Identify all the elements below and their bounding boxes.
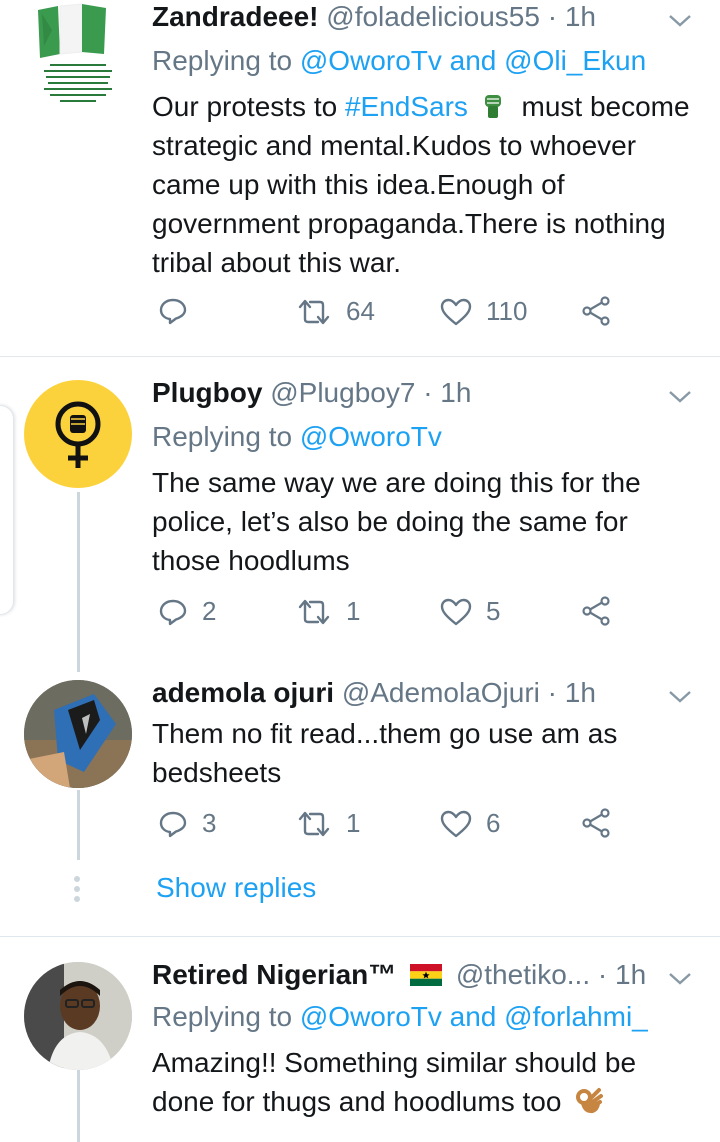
timestamp[interactable]: · 1h [548, 1, 596, 32]
fist-emoji-icon [482, 90, 504, 118]
like-count: 5 [486, 596, 501, 626]
tweet-text-part: Our protests to [152, 91, 338, 122]
retweet-icon [296, 297, 332, 327]
reply-count: 2 [202, 596, 217, 626]
show-replies-link[interactable]: Show replies [156, 872, 316, 904]
handle[interactable]: @foladelicious55 [326, 1, 540, 32]
handle[interactable]: @Plugboy7 [270, 377, 415, 408]
replying-label: Replying to [152, 421, 293, 452]
heart-icon [440, 809, 472, 839]
tweet-text: Our protests to #EndSars must become str… [152, 87, 700, 282]
tweet-header: Zandradeee! @foladelicious55 · 1h [152, 0, 700, 34]
tweet-divider [0, 936, 720, 937]
share-icon [580, 296, 612, 326]
replying-label: Replying to [152, 1001, 293, 1032]
mention-joiner: and [449, 45, 497, 76]
tweet[interactable]: Zandradeee! @foladelicious55 · 1h Replyi… [0, 0, 720, 356]
replying-to: Replying to @OworoTv and @forlahmi_ [152, 997, 700, 1037]
retweet-button[interactable]: 1 [296, 808, 360, 839]
tweet-text: The same way we are doing this for the p… [152, 467, 641, 576]
tweet[interactable]: Plugboy @Plugboy7 · 1h Replying to @Owor… [0, 376, 720, 676]
tweet-text: Them no fit read...them go use am as bed… [152, 718, 618, 788]
reply-icon [158, 809, 188, 839]
tweet-actions: 3 1 6 [0, 808, 720, 848]
retweet-icon [296, 809, 332, 839]
reply-button[interactable]: 2 [158, 596, 216, 627]
timestamp[interactable]: · 1h [548, 677, 596, 708]
avatar[interactable] [24, 962, 132, 1070]
share-icon [580, 596, 612, 626]
like-count: 110 [486, 296, 528, 326]
retweet-count: 64 [346, 296, 375, 326]
avatar[interactable] [24, 380, 132, 488]
chevron-down-icon[interactable] [666, 682, 694, 710]
tweet-header: Plugboy @Plugboy7 · 1h [152, 376, 700, 410]
tweet-text-part: Amazing!! Something similar should be do… [152, 1047, 637, 1117]
mention-link[interactable]: @Oli_Ekun [504, 45, 646, 76]
mention-link[interactable]: @forlahmi_ [504, 1001, 648, 1032]
mention-link[interactable]: @OworoTv [300, 421, 442, 452]
display-name[interactable]: ademola ojuri [152, 677, 334, 708]
replying-to: Replying to @OworoTv [152, 417, 700, 457]
handle[interactable]: @AdemolaOjuri [342, 677, 540, 708]
share-button[interactable] [580, 596, 612, 626]
retweet-count: 1 [346, 808, 361, 838]
ghana-flag-icon [410, 960, 443, 986]
share-icon [580, 808, 612, 838]
timestamp[interactable]: · 1h [423, 377, 471, 408]
heart-icon [440, 597, 472, 627]
timestamp[interactable]: · 1h [598, 959, 646, 990]
like-button[interactable]: 5 [440, 596, 500, 627]
reply-icon [158, 296, 188, 326]
tweet-divider [0, 356, 720, 357]
retweet-button[interactable]: 64 [296, 296, 375, 327]
avatar[interactable] [24, 680, 132, 788]
share-button[interactable] [580, 296, 612, 326]
chevron-down-icon[interactable] [666, 382, 694, 410]
like-button[interactable]: 110 [440, 296, 527, 327]
display-name[interactable]: Retired Nigerian™ [152, 959, 396, 990]
reply-button[interactable]: 3 [158, 808, 216, 839]
retweet-count: 1 [346, 596, 361, 626]
display-name[interactable]: Plugboy [152, 377, 262, 408]
like-button[interactable]: 6 [440, 808, 500, 839]
chevron-down-icon[interactable] [666, 6, 694, 34]
handle[interactable]: @thetiko... [456, 959, 590, 990]
display-name[interactable]: Zandradeee! [152, 1, 319, 32]
hashtag-link[interactable]: #EndSars [345, 91, 468, 122]
retweet-icon [296, 597, 332, 627]
avatar[interactable] [24, 0, 132, 108]
tweet-actions: 64 110 [0, 296, 720, 336]
reply-button[interactable] [158, 296, 202, 326]
replying-label: Replying to [152, 45, 293, 76]
tweet[interactable]: Retired Nigerian™ @thetiko... · 1h Reply… [0, 958, 720, 1142]
reply-icon [158, 597, 188, 627]
retweet-button[interactable]: 1 [296, 596, 360, 627]
chevron-down-icon[interactable] [666, 964, 694, 992]
tweet-text: Amazing!! Something similar should be do… [152, 1043, 700, 1121]
tweet-header: ademola ojuri @AdemolaOjuri · 1h [152, 676, 700, 710]
reply-count: 3 [202, 808, 217, 838]
share-button[interactable] [580, 808, 612, 838]
tweet-header: Retired Nigerian™ @thetiko... · 1h [152, 958, 700, 992]
mention-link[interactable]: @OworoTv [300, 1001, 442, 1032]
like-count: 6 [486, 808, 501, 838]
mention-joiner: and [449, 1001, 497, 1032]
replying-to: Replying to @OworoTv and @Oli_Ekun [152, 41, 700, 81]
tweet-actions: 2 1 5 [0, 596, 720, 636]
ok-hand-emoji-icon [575, 1086, 604, 1116]
tweet[interactable]: ademola ojuri @AdemolaOjuri · 1h Them no… [0, 676, 720, 936]
heart-icon [440, 297, 472, 327]
mention-link[interactable]: @OworoTv [300, 45, 442, 76]
